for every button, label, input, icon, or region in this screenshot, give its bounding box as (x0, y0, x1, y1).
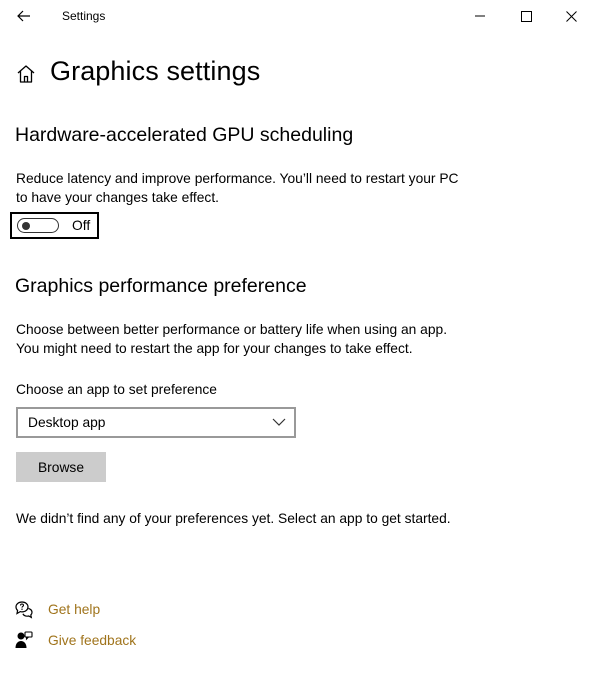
give-feedback-label: Give feedback (48, 632, 137, 648)
app-preference-label: Choose an app to set preference (16, 382, 217, 397)
home-icon[interactable] (14, 62, 38, 86)
title-bar: Settings (0, 0, 594, 32)
app-title: Settings (62, 9, 106, 23)
app-type-dropdown[interactable]: Desktop app (16, 407, 296, 438)
settings-window: Settings Graphics settings Hardware-acce… (0, 0, 594, 694)
close-icon (565, 10, 577, 22)
page-title: Graphics settings (50, 56, 261, 86)
browse-button[interactable]: Browse (16, 452, 106, 482)
minimize-button[interactable] (457, 0, 503, 32)
no-preferences-message: We didn’t find any of your preferences y… (16, 511, 451, 526)
toggle-knob (22, 221, 30, 230)
dropdown-selected-value: Desktop app (28, 415, 106, 430)
gpu-scheduling-toggle[interactable]: Off (10, 212, 99, 239)
performance-preference-description: Choose between better performance or bat… (16, 322, 448, 356)
back-button[interactable] (6, 2, 42, 30)
get-help-link[interactable]: Get help (14, 599, 100, 619)
close-button[interactable] (548, 0, 594, 32)
chevron-down-icon (272, 418, 286, 426)
feedback-person-icon (15, 631, 33, 648)
toggle-track (17, 218, 59, 233)
help-chat-icon (15, 601, 33, 619)
minimize-icon (475, 15, 485, 17)
performance-preference-heading: Graphics performance preference (15, 275, 307, 297)
maximize-icon (520, 10, 532, 22)
toggle-state-label: Off (72, 218, 91, 233)
give-feedback-link[interactable]: Give feedback (14, 630, 136, 650)
get-help-label: Get help (48, 601, 101, 617)
gpu-scheduling-heading: Hardware-accelerated GPU scheduling (15, 124, 354, 146)
maximize-button[interactable] (503, 0, 549, 32)
back-arrow-icon (17, 10, 30, 22)
gpu-scheduling-description: Reduce latency and improve performance. … (16, 171, 459, 205)
